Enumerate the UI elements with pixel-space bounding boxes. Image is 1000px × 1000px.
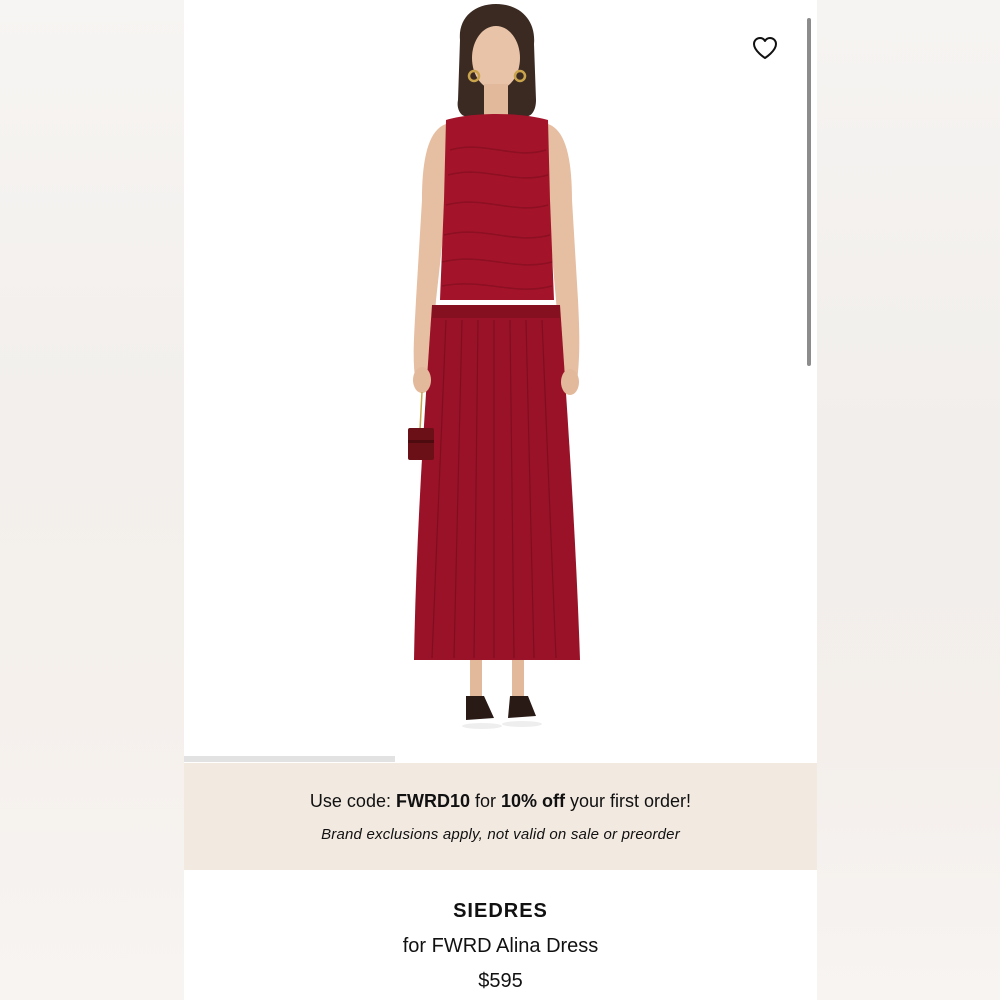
product-price: $595 xyxy=(478,970,523,992)
product-page: Use code: FWRD10 for 10% off your first … xyxy=(184,0,817,1000)
promo-middle: for xyxy=(469,791,501,811)
product-brand[interactable]: SIEDRES xyxy=(184,900,817,923)
promo-banner[interactable]: Use code: FWRD10 for 10% off your first … xyxy=(184,763,817,870)
promo-discount: 10% off xyxy=(501,791,566,811)
page-scrollbar[interactable] xyxy=(807,18,811,366)
blurred-background-left xyxy=(0,0,184,1000)
promo-headline: Use code: FWRD10 for 10% off your first … xyxy=(184,791,817,812)
wishlist-button[interactable] xyxy=(748,32,782,64)
product-name: for FWRD Alina Dress xyxy=(402,935,599,957)
gallery-progress-indicator xyxy=(184,756,395,762)
promo-code: FWRD10 xyxy=(395,791,470,811)
promo-suffix: your first order! xyxy=(565,791,692,811)
product-photo xyxy=(408,4,580,729)
heart-outline-icon xyxy=(753,37,777,59)
promo-prefix: Use code: xyxy=(309,791,396,811)
product-image-gallery[interactable] xyxy=(184,0,817,762)
blurred-background-right xyxy=(817,0,1000,1000)
gallery-progress-track xyxy=(184,756,817,762)
promo-disclaimer: Brand exclusions apply, not valid on sal… xyxy=(321,826,680,843)
